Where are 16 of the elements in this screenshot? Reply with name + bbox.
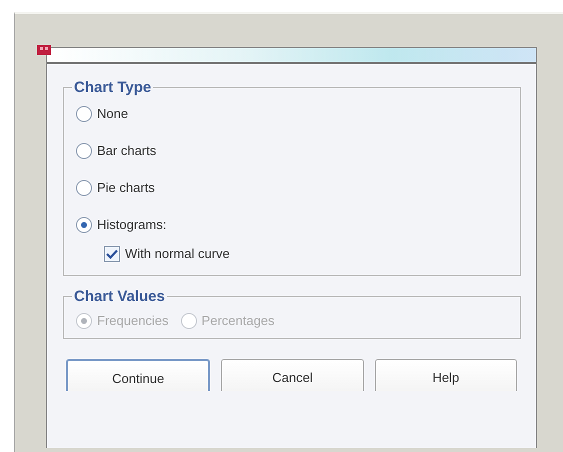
radio-button[interactable] <box>76 216 92 232</box>
radio-button[interactable] <box>76 180 92 196</box>
radio-label[interactable]: Pie charts <box>97 180 155 195</box>
radio-button[interactable] <box>76 106 92 122</box>
dialog-button[interactable]: Continue <box>66 359 210 391</box>
checkbox-label[interactable]: With normal curve <box>125 246 230 261</box>
radio-button[interactable] <box>76 142 92 158</box>
checkbox[interactable] <box>104 246 120 262</box>
radio-label[interactable]: None <box>97 106 128 121</box>
group-title: Chart Values <box>73 288 166 305</box>
radio-label[interactable]: Histograms: <box>97 217 166 232</box>
dialog-button[interactable]: Cancel <box>221 359 364 391</box>
group-title: Chart Type <box>73 79 152 96</box>
dialog-button[interactable]: Help <box>374 359 517 391</box>
app-icon <box>37 45 51 55</box>
radio-label[interactable]: Bar charts <box>97 143 156 158</box>
